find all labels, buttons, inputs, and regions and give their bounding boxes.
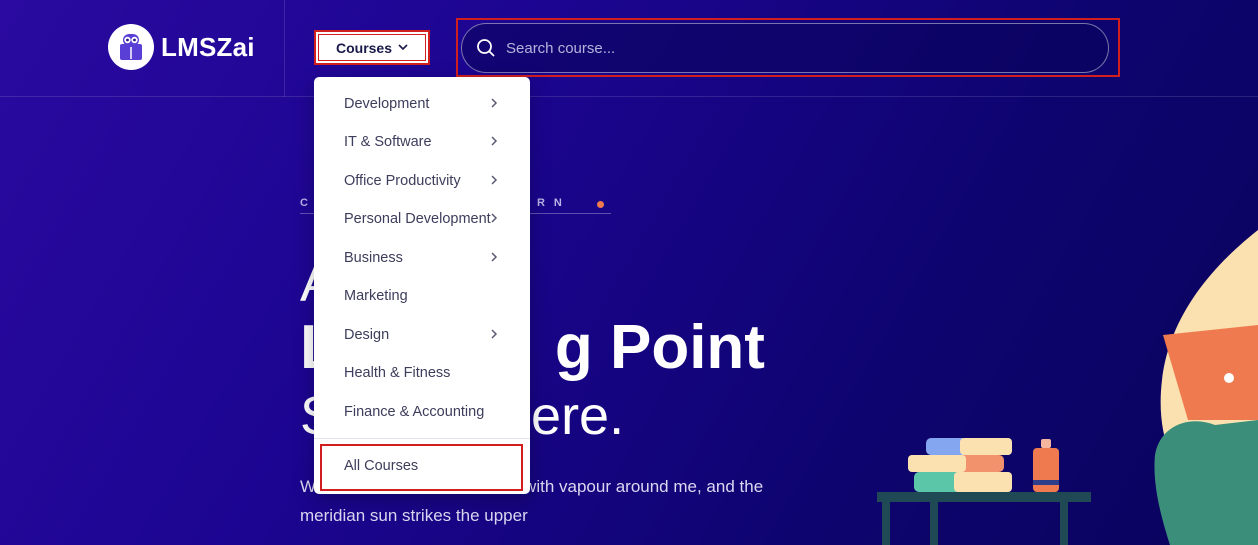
hero-line-3-end: ere. [531,386,625,446]
brand-name: LMSZai [161,31,255,62]
dropdown-item-label: Business [344,250,403,266]
dropdown-item[interactable]: Business [314,239,530,277]
hero-line-2-end: g Point [554,313,765,382]
hero-paragraph-end: with vapour around me, and the [524,477,764,496]
search-bar[interactable] [461,23,1109,73]
chevron-right-icon [491,136,498,146]
search-icon [477,39,495,57]
courses-label: Courses [335,39,393,56]
dropdown-item-label: IT & Software [344,134,432,150]
search-input[interactable] [506,39,1066,57]
brand-logo[interactable]: LMSZai [108,24,255,70]
dropdown-item-label: Health & Fitness [344,365,451,381]
dropdown-item-label: Development [344,96,430,112]
dropdown-item-label: Office Productivity [344,173,461,189]
dropdown-item[interactable]: Office Productivity [314,162,530,200]
dropdown-item-label: Personal Development [344,211,491,227]
dropdown-item[interactable]: IT & Software [314,123,530,161]
dropdown-item-label: Design [344,327,390,343]
dropdown-divider [314,438,530,439]
chevron-right-icon [491,252,498,262]
dropdown-item[interactable]: Health & Fitness [314,354,530,392]
chevron-right-icon [491,98,498,108]
chevron-right-icon [491,213,498,223]
hero-paragraph-line-2: meridian sun strikes the upper [300,506,528,525]
dropdown-item[interactable]: Design [314,316,530,354]
dropdown-item[interactable]: Marketing [314,277,530,315]
dropdown-item[interactable]: Development [314,85,530,123]
all-courses-link[interactable]: All Courses [344,458,418,474]
dropdown-item-label: Marketing [344,288,408,304]
chevron-right-icon [491,175,498,185]
courses-menu-button[interactable]: Courses [314,30,430,65]
dropdown-item[interactable]: Personal Development [314,200,530,238]
logo-owl-icon [108,24,154,70]
nav-divider [284,0,285,97]
accent-dot [597,201,604,208]
hero-illustration [877,230,1258,545]
dropdown-item[interactable]: Finance & Accounting [314,393,530,431]
chevron-right-icon [491,329,498,339]
chevron-down-icon [398,44,408,51]
dropdown-item-label: Finance & Accounting [344,404,485,420]
